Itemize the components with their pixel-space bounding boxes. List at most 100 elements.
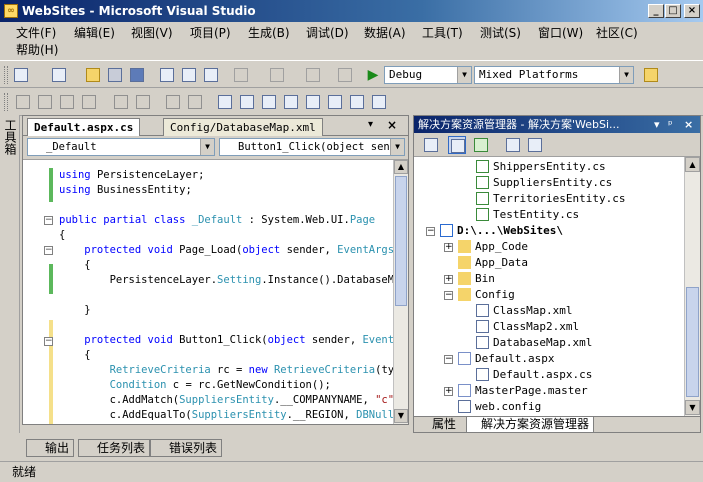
expand-toggle-icon[interactable]: − <box>444 291 453 300</box>
expand-toggle-icon[interactable]: + <box>444 243 453 252</box>
close-button[interactable]: × <box>684 4 700 18</box>
view-code-icon[interactable] <box>504 136 522 154</box>
scroll-up-icon[interactable]: ▲ <box>394 160 408 174</box>
menu-tools[interactable]: 工具(T) <box>418 24 467 42</box>
minimize-button[interactable]: _ <box>648 4 664 18</box>
class-combo[interactable]: _Default ▼ <box>27 138 215 156</box>
tree-item[interactable]: D:\...\WebSites\ <box>457 223 563 239</box>
comment-icon[interactable] <box>216 93 234 111</box>
fold-toggle[interactable]: − <box>44 337 53 346</box>
prev-bookmark-icon[interactable] <box>282 93 300 111</box>
menu-data[interactable]: 数据(A) <box>360 24 410 42</box>
next-bookmark-folder-icon[interactable] <box>348 93 366 111</box>
tree-item[interactable]: TerritoriesEntity.cs <box>493 191 625 207</box>
tab-task-list[interactable]: 任务列表 <box>78 439 151 457</box>
toolbox-strip[interactable]: 工具箱 <box>0 115 20 433</box>
tree-item[interactable]: App_Code <box>475 239 528 255</box>
menu-file[interactable]: 文件(F) <box>12 24 60 42</box>
tree-item[interactable]: Default.aspx.cs <box>493 367 592 383</box>
menu-build[interactable]: 生成(B) <box>244 24 294 42</box>
expand-toggle-icon[interactable]: − <box>426 227 435 236</box>
tree-item[interactable]: MasterPage.master <box>475 383 588 399</box>
start-debug-icon[interactable]: ▶ <box>364 66 382 84</box>
tree-item[interactable]: ClassMap.xml <box>493 303 572 319</box>
toolbar-overflow-icon[interactable] <box>684 66 698 84</box>
dropdown-icon[interactable]: ▾ <box>654 116 660 133</box>
scroll-up-icon[interactable]: ▲ <box>685 157 700 172</box>
uncomment-icon[interactable] <box>238 93 256 111</box>
undo-icon[interactable] <box>232 66 250 84</box>
solution-config-combo[interactable]: Debug ▼ <box>384 66 472 84</box>
menu-view[interactable]: 视图(V) <box>127 24 177 42</box>
spacing-2-icon[interactable] <box>134 93 152 111</box>
copy-icon[interactable] <box>180 66 198 84</box>
tab-solution-explorer[interactable]: 解决方案资源管理器 <box>466 417 595 433</box>
code-area[interactable]: − − − using PersistenceLayer; using Busin… <box>23 160 393 424</box>
fold-toggle[interactable]: − <box>44 216 53 225</box>
bookmark-icon[interactable] <box>260 93 278 111</box>
close-tab-icon[interactable]: × <box>387 118 397 132</box>
next-bookmark-icon[interactable] <box>304 93 322 111</box>
menu-debug[interactable]: 调试(D) <box>302 24 353 42</box>
save-icon[interactable] <box>106 66 124 84</box>
tab-error-list[interactable]: 错误列表 <box>150 439 223 457</box>
expand-toggle-icon[interactable]: + <box>444 275 453 284</box>
scroll-down-icon[interactable]: ▼ <box>685 400 700 415</box>
editor-vertical-scrollbar[interactable]: ▲ ▼ <box>393 160 408 424</box>
cut-icon[interactable] <box>158 66 176 84</box>
tab-list-dropdown-icon[interactable]: ▾ <box>368 119 373 130</box>
copy-website-icon[interactable] <box>526 136 544 154</box>
show-all-files-icon[interactable] <box>448 136 466 154</box>
tree-item[interactable]: web.config <box>475 399 541 415</box>
menu-project[interactable]: 项目(P) <box>186 24 235 42</box>
scroll-thumb[interactable] <box>686 287 699 397</box>
clear-bookmarks-icon[interactable] <box>370 93 388 111</box>
properties-icon[interactable] <box>422 136 440 154</box>
tree-item[interactable]: Config <box>475 287 515 303</box>
member-combo[interactable]: Button1_Click(object send ▼ <box>219 138 405 156</box>
tab-default-aspx-cs[interactable]: Default.aspx.cs <box>27 118 141 136</box>
tree-item[interactable]: Default.aspx <box>475 351 554 367</box>
maximize-button[interactable]: □ <box>665 4 681 18</box>
tree-item[interactable]: DatabaseMap.xml <box>493 335 592 351</box>
expand-toggle-icon[interactable]: − <box>444 355 453 364</box>
tree-item[interactable]: TestEntity.cs <box>493 207 579 223</box>
add-item-icon[interactable] <box>50 66 68 84</box>
spacing-icon[interactable] <box>112 93 130 111</box>
scroll-thumb[interactable] <box>395 176 407 306</box>
solution-platform-combo[interactable]: Mixed Platforms ▼ <box>474 66 634 84</box>
navigate-back-icon[interactable] <box>304 66 322 84</box>
tab-output[interactable]: 输出 <box>26 439 75 457</box>
redo-icon[interactable] <box>268 66 286 84</box>
fold-toggle[interactable]: − <box>44 246 53 255</box>
open-file-icon[interactable] <box>84 66 102 84</box>
pin-icon[interactable]: ᵖ <box>668 116 673 133</box>
font-size-icon[interactable] <box>80 93 98 111</box>
outdent-icon[interactable] <box>186 93 204 111</box>
solution-vertical-scrollbar[interactable]: ▲ ▼ <box>684 157 700 416</box>
paste-icon[interactable] <box>202 66 220 84</box>
save-all-icon[interactable] <box>128 66 146 84</box>
menu-window[interactable]: 窗口(W) <box>534 24 587 42</box>
tree-item[interactable]: ClassMap2.xml <box>493 319 579 335</box>
menu-test[interactable]: 测试(S) <box>476 24 525 42</box>
tree-item[interactable]: ShippersEntity.cs <box>493 159 606 175</box>
tab-databasemap-xml[interactable]: Config/DatabaseMap.xml <box>163 118 323 136</box>
indent-icon[interactable] <box>164 93 182 111</box>
prev-bookmark-folder-icon[interactable] <box>326 93 344 111</box>
menu-edit[interactable]: 编辑(E) <box>70 24 119 42</box>
menu-help[interactable]: 帮助(H) <box>12 41 62 59</box>
menu-community[interactable]: 社区(C) <box>592 24 642 42</box>
tree-item[interactable]: SuppliersEntity.cs <box>493 175 612 191</box>
close-icon[interactable]: × <box>684 116 693 133</box>
align-centers-icon[interactable] <box>36 93 54 111</box>
align-lefts-icon[interactable] <box>14 93 32 111</box>
tab-properties[interactable]: 属性 <box>418 417 456 432</box>
expand-toggle-icon[interactable]: + <box>444 387 453 396</box>
find-in-files-icon[interactable] <box>642 66 660 84</box>
align-rights-icon[interactable] <box>58 93 76 111</box>
scroll-down-icon[interactable]: ▼ <box>394 409 408 423</box>
navigate-forward-icon[interactable] <box>336 66 354 84</box>
refresh-icon[interactable] <box>472 136 490 154</box>
tree-item[interactable]: Bin <box>475 271 495 287</box>
